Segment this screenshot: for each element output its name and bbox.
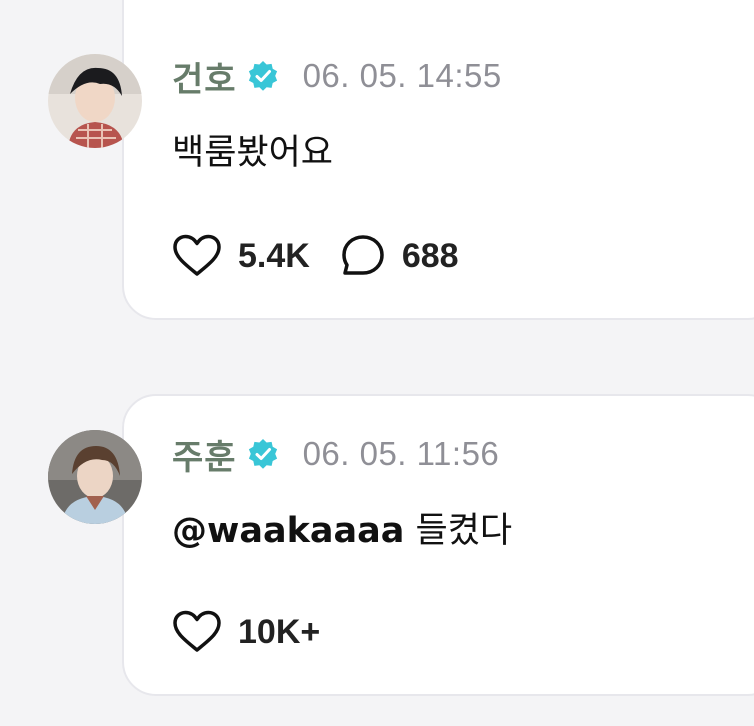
mention-link[interactable]: @waakaaaa (172, 511, 404, 551)
author-name[interactable]: 건호 (172, 52, 237, 101)
heart-icon (173, 234, 221, 276)
avatar[interactable] (48, 430, 142, 524)
post-actions: 5.4K 688 (172, 234, 489, 278)
post-text-content: 들켰다 (404, 511, 513, 551)
verified-badge-icon (248, 439, 277, 469)
post-timestamp: 06. 05. 11:56 (302, 435, 500, 472)
post-actions: 10K+ (172, 610, 350, 654)
post-timestamp: 06. 05. 14:55 (302, 57, 502, 94)
feed-divider (0, 357, 754, 377)
like-button[interactable]: 10K+ (172, 610, 320, 654)
post-text: 백룸봤어요 (172, 133, 334, 173)
speech-bubble-icon (342, 235, 384, 275)
heart-icon (173, 610, 221, 652)
post-header: 주훈 06. 05. 11:56 (172, 430, 500, 479)
post-text: @waakaaaa 들켰다 (172, 502, 512, 553)
like-count: 10K+ (238, 612, 321, 651)
author-name[interactable]: 주훈 (172, 430, 237, 479)
post-header: 건호 06. 05. 14:55 (172, 52, 502, 101)
verified-badge-icon (248, 61, 277, 91)
comment-button[interactable]: 688 (340, 234, 459, 278)
comment-count: 688 (401, 236, 459, 275)
like-button[interactable]: 5.4K (172, 234, 310, 278)
like-count: 5.4K (238, 236, 310, 275)
avatar[interactable] (48, 54, 142, 148)
